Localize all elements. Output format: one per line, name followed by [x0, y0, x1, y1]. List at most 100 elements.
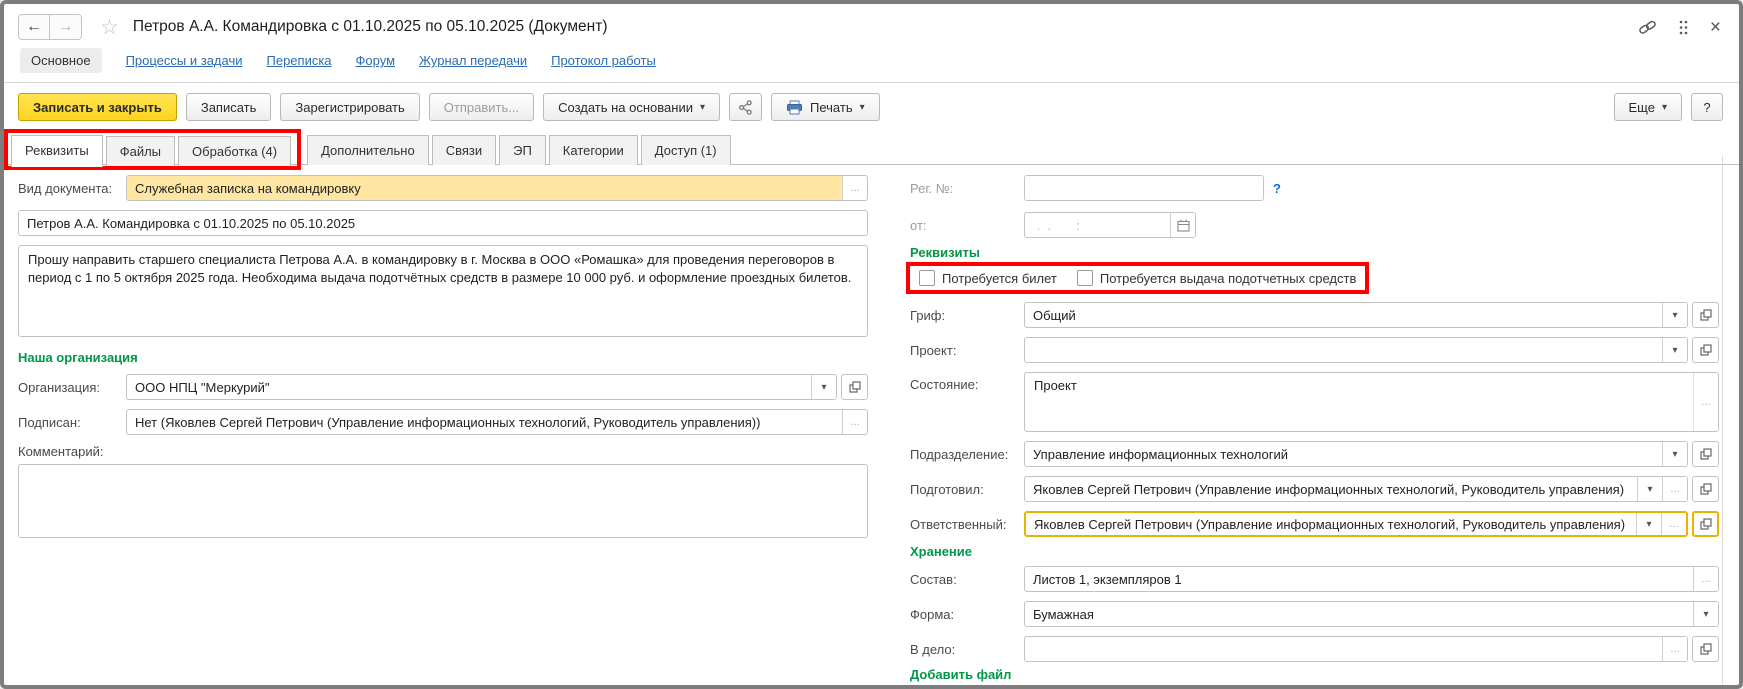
close-icon[interactable]: × [1710, 18, 1721, 37]
responsible-dropdown-button[interactable]: ▾ [1636, 513, 1661, 535]
tab-processing[interactable]: Обработка (4) [178, 136, 292, 166]
department-dropdown-button[interactable]: ▾ [1662, 442, 1687, 466]
open-link-icon [848, 381, 861, 393]
funds-checkbox-row[interactable]: Потребуется выдача подотчетных средств [1076, 270, 1356, 286]
project-field: ▾ [1024, 337, 1688, 363]
classification-open-button[interactable] [1692, 302, 1719, 328]
form-kind-input[interactable] [1025, 602, 1693, 626]
chevron-down-icon: ▾ [1672, 344, 1678, 356]
doc-kind-ellipsis-button[interactable]: ... [842, 176, 867, 200]
date-from-label: от: [910, 217, 927, 233]
case-file-input[interactable] [1025, 637, 1662, 661]
prepared-by-input[interactable] [1025, 477, 1637, 501]
reg-number-input[interactable] [1025, 176, 1263, 200]
organization-field: ▾ [126, 374, 837, 400]
project-input[interactable] [1025, 338, 1662, 362]
ticket-checkbox-label: Потребуется билет [942, 270, 1057, 286]
prepared-by-open-button[interactable] [1692, 476, 1719, 502]
our-organization-section-title: Наша организация [18, 350, 138, 365]
case-file-ellipsis-button[interactable]: ... [1662, 637, 1687, 661]
organization-input[interactable] [127, 375, 811, 399]
save-button[interactable]: Записать [185, 93, 272, 121]
help-button[interactable]: ? [1691, 93, 1723, 121]
chevron-down-icon: ▾ [821, 381, 827, 393]
requisites-section-title: Реквизиты [910, 245, 980, 260]
doc-title-input[interactable] [19, 211, 867, 235]
tab-additional[interactable]: Дополнительно [307, 135, 429, 165]
right-column: Рег. №: ? от: Реквизиты [906, 175, 1719, 685]
storage-section-title: Хранение [910, 544, 972, 559]
date-from-input[interactable] [1025, 213, 1170, 237]
ticket-checkbox-row[interactable]: Потребуется билет [919, 270, 1057, 286]
case-file-field: ... [1024, 636, 1688, 662]
doc-kind-input[interactable] [127, 176, 842, 200]
nav-processes[interactable]: Процессы и задачи [126, 53, 243, 68]
responsible-field: ▾ ... [1024, 511, 1688, 537]
forward-button[interactable]: → [50, 15, 81, 39]
create-based-on-button[interactable]: Создать на основании ▾ [543, 93, 720, 121]
responsible-label: Ответственный: [910, 516, 1007, 532]
date-from-calendar-button[interactable] [1170, 213, 1195, 237]
signed-input[interactable] [127, 410, 842, 434]
ticket-checkbox[interactable] [919, 270, 935, 286]
signed-ellipsis-button[interactable]: ... [842, 410, 867, 434]
nav-transfer-log[interactable]: Журнал передачи [419, 53, 527, 68]
more-button[interactable]: Еще ▾ [1613, 93, 1682, 121]
prepared-by-field: ▾ ... [1024, 476, 1688, 502]
nav-forum[interactable]: Форум [356, 53, 396, 68]
responsible-ellipsis-button[interactable]: ... [1661, 513, 1686, 535]
highlight-box-tabs: Реквизиты Файлы Обработка (4) [4, 129, 302, 170]
chevron-down-icon: ▾ [1661, 101, 1667, 113]
prepared-by-ellipsis-button[interactable]: ... [1662, 477, 1687, 501]
case-file-open-button[interactable] [1692, 636, 1719, 662]
chevron-down-icon: ▾ [1647, 483, 1653, 495]
tab-signature[interactable]: ЭП [499, 135, 546, 165]
classification-input[interactable] [1025, 303, 1662, 327]
tab-requisites[interactable]: Реквизиты [11, 135, 103, 167]
add-file-section-title: Добавить файл [910, 667, 1012, 682]
save-and-close-button[interactable]: Записать и закрыть [18, 93, 177, 121]
doc-title-field [18, 210, 868, 236]
project-open-button[interactable] [1692, 337, 1719, 363]
department-open-button[interactable] [1692, 441, 1719, 467]
history-nav: ← → [18, 14, 82, 40]
register-button[interactable]: Зарегистрировать [280, 93, 420, 121]
tab-access[interactable]: Доступ (1) [640, 135, 731, 165]
link-icon[interactable] [1638, 18, 1657, 37]
favorite-star-icon[interactable]: ☆ [100, 17, 119, 38]
funds-checkbox[interactable] [1076, 270, 1093, 286]
state-value[interactable]: Проект [1025, 373, 1693, 431]
organization-dropdown-button[interactable]: ▾ [811, 375, 836, 399]
share-button[interactable] [729, 93, 762, 121]
responsible-input[interactable] [1026, 513, 1636, 535]
department-input[interactable] [1025, 442, 1662, 466]
highlight-box-checkboxes: Потребуется билет Потребуется выдача под… [906, 262, 1370, 294]
send-button[interactable]: Отправить... [428, 93, 535, 121]
composition-input[interactable] [1025, 567, 1693, 591]
state-ellipsis-button[interactable]: ... [1693, 373, 1718, 431]
menu-kebab-icon[interactable] [1679, 20, 1688, 35]
back-button[interactable]: ← [19, 15, 50, 39]
organization-open-button[interactable] [841, 374, 868, 400]
page-title: Петров А.А. Командировка с 01.10.2025 по… [132, 18, 608, 35]
open-link-icon [1699, 643, 1712, 655]
reg-number-help-icon[interactable]: ? [1273, 181, 1281, 196]
composition-label: Состав: [910, 571, 957, 587]
project-dropdown-button[interactable]: ▾ [1662, 338, 1687, 362]
form-kind-dropdown-button[interactable]: ▾ [1693, 602, 1718, 626]
tab-links[interactable]: Связи [431, 135, 497, 165]
classification-dropdown-button[interactable]: ▾ [1662, 303, 1687, 327]
nav-correspondence[interactable]: Переписка [267, 53, 332, 68]
classification-label: Гриф: [910, 307, 946, 323]
nav-main[interactable]: Основное [20, 48, 102, 73]
tab-files[interactable]: Файлы [105, 136, 176, 166]
responsible-open-button[interactable] [1692, 511, 1719, 537]
tab-categories[interactable]: Категории [548, 135, 638, 165]
prepared-by-dropdown-button[interactable]: ▾ [1637, 477, 1662, 501]
project-label: Проект: [910, 342, 957, 358]
nav-work-protocol[interactable]: Протокол работы [551, 53, 656, 68]
print-button[interactable]: Печать ▾ [771, 93, 880, 121]
description-textarea[interactable]: Прошу направить старшего специалиста Пет… [18, 245, 868, 337]
composition-ellipsis-button[interactable]: ... [1693, 567, 1718, 591]
comment-textarea[interactable] [18, 464, 868, 538]
